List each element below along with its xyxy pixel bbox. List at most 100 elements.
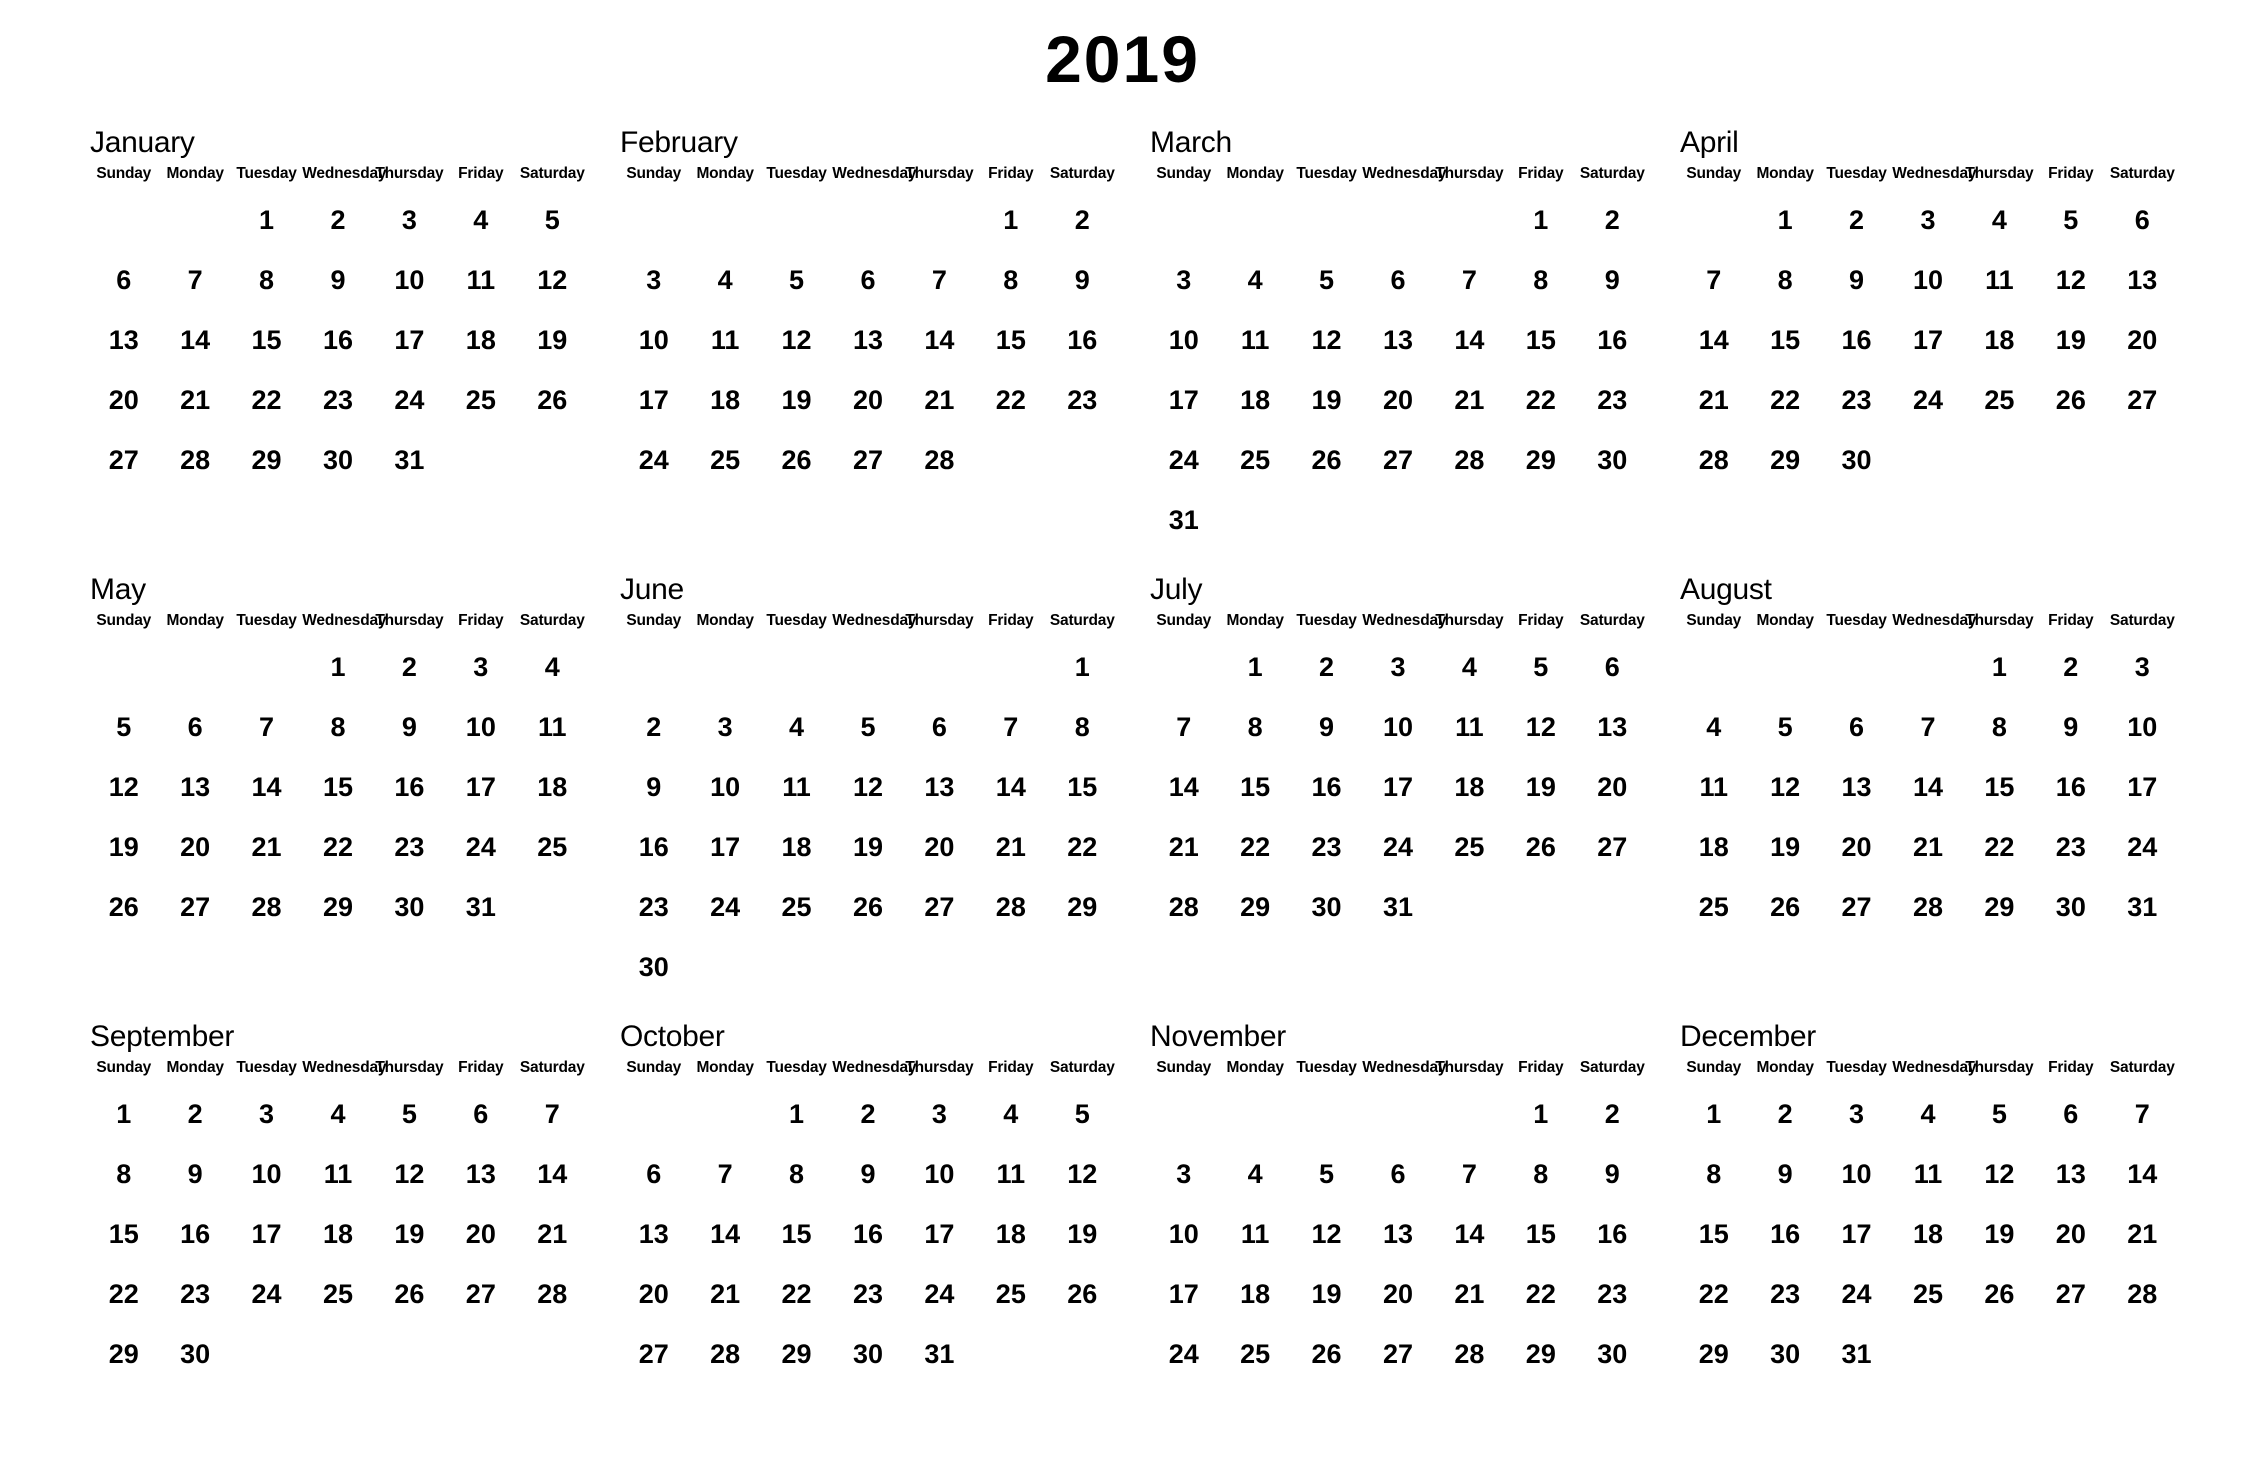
day-cell[interactable]: 6 [832,251,903,311]
day-cell[interactable]: 31 [1148,491,1219,551]
day-cell[interactable]: 10 [1148,1205,1219,1265]
day-cell[interactable]: 27 [159,878,230,938]
day-cell[interactable]: 29 [302,878,373,938]
day-cell[interactable]: 7 [1892,698,1963,758]
day-cell[interactable]: 20 [1821,818,1892,878]
day-cell[interactable]: 31 [445,878,516,938]
day-cell[interactable]: 3 [231,1085,302,1145]
day-cell[interactable]: 3 [1362,638,1433,698]
day-cell[interactable]: 8 [88,1145,159,1205]
day-cell[interactable]: 31 [374,431,445,491]
day-cell[interactable]: 6 [1821,698,1892,758]
day-cell[interactable]: 19 [832,818,903,878]
day-cell[interactable]: 21 [904,371,975,431]
day-cell[interactable]: 8 [1505,1145,1576,1205]
day-cell[interactable]: 1 [1219,638,1290,698]
day-cell[interactable]: 19 [1505,758,1576,818]
day-cell[interactable]: 12 [1291,1205,1362,1265]
day-cell[interactable]: 16 [1577,311,1648,371]
day-cell[interactable]: 18 [1892,1205,1963,1265]
day-cell[interactable]: 22 [1749,371,1820,431]
day-cell[interactable]: 22 [1219,818,1290,878]
day-cell[interactable]: 18 [1434,758,1505,818]
day-cell[interactable]: 20 [159,818,230,878]
day-cell[interactable]: 24 [1362,818,1433,878]
day-cell[interactable]: 16 [1047,311,1118,371]
day-cell[interactable]: 24 [904,1265,975,1325]
day-cell[interactable]: 2 [374,638,445,698]
day-cell[interactable]: 1 [231,191,302,251]
day-cell[interactable]: 5 [1505,638,1576,698]
day-cell[interactable]: 8 [302,698,373,758]
day-cell[interactable]: 4 [1434,638,1505,698]
day-cell[interactable]: 4 [975,1085,1046,1145]
day-cell[interactable]: 13 [2035,1145,2106,1205]
day-cell[interactable]: 6 [618,1145,689,1205]
day-cell[interactable]: 16 [1291,758,1362,818]
day-cell[interactable]: 9 [1821,251,1892,311]
day-cell[interactable]: 13 [2107,251,2178,311]
day-cell[interactable]: 5 [1749,698,1820,758]
day-cell[interactable]: 27 [2035,1265,2106,1325]
day-cell[interactable]: 26 [1964,1265,2035,1325]
day-cell[interactable]: 29 [1964,878,2035,938]
day-cell[interactable]: 6 [1577,638,1648,698]
day-cell[interactable]: 25 [1434,818,1505,878]
day-cell[interactable]: 22 [761,1265,832,1325]
day-cell[interactable]: 2 [618,698,689,758]
day-cell[interactable]: 27 [1821,878,1892,938]
day-cell[interactable]: 4 [761,698,832,758]
day-cell[interactable]: 8 [1964,698,2035,758]
day-cell[interactable]: 24 [1892,371,1963,431]
day-cell[interactable]: 10 [1148,311,1219,371]
day-cell[interactable]: 14 [975,758,1046,818]
day-cell[interactable]: 23 [1577,371,1648,431]
day-cell[interactable]: 29 [1749,431,1820,491]
day-cell[interactable]: 1 [1505,191,1576,251]
day-cell[interactable]: 6 [2107,191,2178,251]
day-cell[interactable]: 2 [1749,1085,1820,1145]
day-cell[interactable]: 16 [2035,758,2106,818]
day-cell[interactable]: 28 [231,878,302,938]
day-cell[interactable]: 22 [231,371,302,431]
day-cell[interactable]: 7 [517,1085,588,1145]
day-cell[interactable]: 11 [1219,1205,1290,1265]
day-cell[interactable]: 26 [517,371,588,431]
day-cell[interactable]: 25 [1219,1325,1290,1385]
day-cell[interactable]: 28 [159,431,230,491]
day-cell[interactable]: 14 [1434,311,1505,371]
day-cell[interactable]: 30 [1749,1325,1820,1385]
day-cell[interactable]: 3 [1821,1085,1892,1145]
day-cell[interactable]: 14 [904,311,975,371]
day-cell[interactable]: 29 [1047,878,1118,938]
day-cell[interactable]: 26 [374,1265,445,1325]
day-cell[interactable]: 23 [302,371,373,431]
day-cell[interactable]: 4 [1219,251,1290,311]
day-cell[interactable]: 4 [1219,1145,1290,1205]
day-cell[interactable]: 18 [1219,1265,1290,1325]
day-cell[interactable]: 15 [1047,758,1118,818]
day-cell[interactable]: 13 [445,1145,516,1205]
day-cell[interactable]: 10 [1821,1145,1892,1205]
day-cell[interactable]: 19 [88,818,159,878]
day-cell[interactable]: 21 [689,1265,760,1325]
day-cell[interactable]: 15 [1505,311,1576,371]
day-cell[interactable]: 25 [445,371,516,431]
day-cell[interactable]: 9 [832,1145,903,1205]
day-cell[interactable]: 17 [904,1205,975,1265]
day-cell[interactable]: 30 [832,1325,903,1385]
day-cell[interactable]: 9 [374,698,445,758]
day-cell[interactable]: 3 [1148,251,1219,311]
day-cell[interactable]: 29 [1678,1325,1749,1385]
day-cell[interactable]: 24 [2107,818,2178,878]
day-cell[interactable]: 24 [445,818,516,878]
day-cell[interactable]: 17 [1821,1205,1892,1265]
day-cell[interactable]: 10 [445,698,516,758]
day-cell[interactable]: 13 [904,758,975,818]
day-cell[interactable]: 20 [2035,1205,2106,1265]
day-cell[interactable]: 26 [88,878,159,938]
day-cell[interactable]: 25 [761,878,832,938]
day-cell[interactable]: 5 [88,698,159,758]
day-cell[interactable]: 27 [445,1265,516,1325]
day-cell[interactable]: 15 [231,311,302,371]
